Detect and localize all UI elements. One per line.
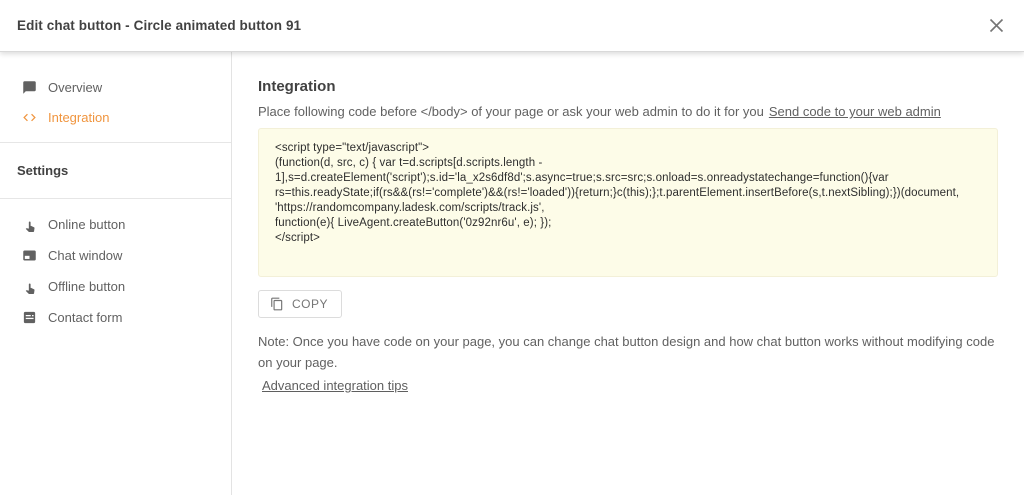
copy-icon xyxy=(270,297,284,311)
code-line: </script> xyxy=(275,231,981,246)
sidebar-item-overview[interactable]: Overview xyxy=(0,72,231,102)
sidebar-item-integration[interactable]: Integration xyxy=(0,102,231,132)
dialog-header: Edit chat button - Circle animated butto… xyxy=(0,0,1024,52)
hand-pointer-icon xyxy=(22,279,37,294)
sidebar-item-label: Integration xyxy=(48,110,109,125)
sidebar-divider xyxy=(0,198,231,199)
sidebar-item-label: Chat window xyxy=(48,248,122,263)
copy-button[interactable]: COPY xyxy=(258,290,342,318)
close-icon[interactable] xyxy=(984,14,1008,38)
form-icon xyxy=(22,310,37,325)
code-line: rs=this.readyState;if(rs&&(rs!='complete… xyxy=(275,186,981,201)
note-text: Note: Once you have code on your page, y… xyxy=(258,331,998,373)
main-content: Integration Place following code before … xyxy=(232,52,1024,495)
dialog-body: Overview Integration Settings Online but… xyxy=(0,52,1024,495)
send-code-link[interactable]: Send code to your web admin xyxy=(769,104,941,119)
instruction-text: Place following code before </body> of y… xyxy=(258,104,998,119)
sidebar-item-label: Overview xyxy=(48,80,102,95)
chat-bubble-icon xyxy=(22,80,37,95)
sidebar: Overview Integration Settings Online but… xyxy=(0,52,232,495)
integration-code-block[interactable]: <script type="text/javascript"> (functio… xyxy=(258,128,998,277)
sidebar-settings-group: Online button Chat window Offline but xyxy=(0,209,231,333)
code-line: <script type="text/javascript"> xyxy=(275,141,981,156)
sidebar-item-offline-button[interactable]: Offline button xyxy=(0,271,231,302)
sidebar-divider xyxy=(0,142,231,143)
advanced-integration-tips-link[interactable]: Advanced integration tips xyxy=(262,378,408,393)
window-icon xyxy=(22,248,37,263)
copy-button-label: COPY xyxy=(292,297,328,311)
hand-pointer-icon xyxy=(22,217,37,232)
code-line: function(e){ LiveAgent.createButton('0z9… xyxy=(275,216,981,231)
instruction-body: Place following code before </body> of y… xyxy=(258,104,764,119)
sidebar-item-label: Offline button xyxy=(48,279,125,294)
sidebar-item-label: Contact form xyxy=(48,310,122,325)
code-line: 1],s=d.createElement('script');s.id='la_… xyxy=(275,171,981,186)
page-title: Integration xyxy=(258,78,998,95)
code-line: (function(d, src, c) { var t=d.scripts[d… xyxy=(275,156,981,171)
code-line: 'https://randomcompany.ladesk.com/script… xyxy=(275,201,981,216)
sidebar-item-contact-form[interactable]: Contact form xyxy=(0,302,231,333)
sidebar-item-chat-window[interactable]: Chat window xyxy=(0,240,231,271)
code-icon xyxy=(22,110,37,125)
sidebar-item-online-button[interactable]: Online button xyxy=(0,209,231,240)
dialog-title: Edit chat button - Circle animated butto… xyxy=(17,18,301,33)
sidebar-item-label: Online button xyxy=(48,217,125,232)
sidebar-section-settings: Settings xyxy=(0,153,231,188)
